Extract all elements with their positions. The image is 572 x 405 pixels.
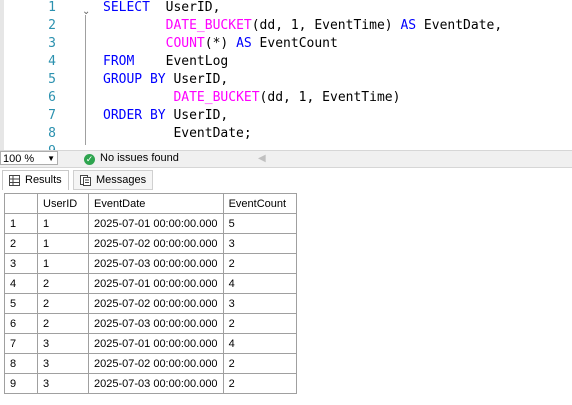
sql-text: (dd, 1, EventTime)	[259, 90, 401, 105]
table-row[interactable]: 5 2 2025-07-02 00:00:00.000 3	[4, 293, 297, 314]
table-row[interactable]: 1 1 2025-07-01 00:00:00.000 5	[4, 213, 297, 234]
results-tabs: Results Messages	[0, 170, 572, 190]
table-cell[interactable]: 3	[222, 233, 297, 254]
table-cell[interactable]: 4	[222, 273, 297, 294]
sql-keyword: ORDER BY	[103, 108, 166, 123]
table-cell[interactable]: 2025-07-03 00:00:00.000	[88, 253, 224, 274]
row-number-cell[interactable]: 1	[4, 213, 38, 234]
table-cell[interactable]: 2	[37, 273, 89, 294]
table-row[interactable]: 8 3 2025-07-02 00:00:00.000 2	[4, 353, 297, 374]
sql-text: UserID,	[149, 0, 221, 15]
table-cell[interactable]: 2	[222, 313, 297, 334]
sql-text: UserID,	[165, 108, 229, 123]
table-cell[interactable]: 3	[37, 353, 89, 374]
sql-keyword: AS	[236, 36, 252, 51]
sql-text: (*)	[204, 36, 237, 51]
table-cell[interactable]: 2025-07-02 00:00:00.000	[88, 353, 224, 374]
grid-corner-cell[interactable]	[4, 193, 38, 214]
row-number-cell[interactable]: 9	[4, 373, 38, 394]
zoom-dropdown[interactable]: 100 % ▼	[0, 151, 58, 165]
table-cell[interactable]: 2025-07-03 00:00:00.000	[88, 313, 224, 334]
table-cell[interactable]: 3	[37, 333, 89, 354]
results-grid[interactable]: UserID EventDate EventCount 1 1 2025-07-01…	[4, 193, 297, 394]
tab-messages-label: Messages	[96, 174, 147, 186]
table-row[interactable]: 6 2 2025-07-03 00:00:00.000 2	[4, 313, 297, 334]
table-cell[interactable]: 2	[222, 253, 297, 274]
scroll-left-icon[interactable]: ◀	[258, 151, 266, 166]
table-row[interactable]: 2 1 2025-07-02 00:00:00.000 3	[4, 233, 297, 254]
row-number-cell[interactable]: 2	[4, 233, 38, 254]
table-cell[interactable]: 2	[37, 293, 89, 314]
editor-status-bar: 100 % ▼ ✓ No issues found ◀	[0, 150, 572, 168]
sql-function: COUNT	[165, 36, 205, 51]
grid-header-row: UserID EventDate EventCount	[4, 193, 297, 214]
sql-keyword: FROM	[103, 54, 135, 69]
check-circle-icon: ✓	[84, 154, 95, 165]
table-cell[interactable]: 5	[222, 213, 297, 234]
table-cell[interactable]: 2025-07-01 00:00:00.000	[88, 333, 224, 354]
sql-function: DATE_BUCKET	[165, 18, 252, 33]
row-number-cell[interactable]: 5	[4, 293, 38, 314]
issues-indicator[interactable]: ✓ No issues found	[84, 151, 179, 166]
query-editor[interactable]: 1 ⌄ SELECT UserID, 2 DATE_BUCKET(dd, 1, Eve…	[0, 0, 572, 150]
row-number-cell[interactable]: 7	[4, 333, 38, 354]
row-number-cell[interactable]: 6	[4, 313, 38, 334]
table-cell[interactable]: 2	[222, 353, 297, 374]
sql-text: EventLog	[134, 54, 229, 69]
table-cell[interactable]: 3	[37, 373, 89, 394]
row-number-cell[interactable]: 8	[4, 353, 38, 374]
code-line[interactable]: 9	[0, 141, 572, 150]
grid-body: 1 1 2025-07-01 00:00:00.000 5 2 1 2025-07-02 0…	[4, 213, 297, 394]
sql-text: (dd, 1, EventTime)	[251, 18, 401, 33]
sql-text: EventDate,	[416, 18, 503, 33]
table-cell[interactable]: 2025-07-03 00:00:00.000	[88, 373, 224, 394]
table-cell[interactable]: 2	[222, 373, 297, 394]
sql-keyword: GROUP BY	[103, 72, 166, 87]
sql-function: DATE_BUCKET	[173, 90, 260, 105]
sql-keyword: SELECT	[103, 0, 150, 15]
table-cell[interactable]: 1	[37, 233, 89, 254]
table-cell[interactable]: 1	[37, 213, 89, 234]
table-cell[interactable]: 2025-07-01 00:00:00.000	[88, 213, 224, 234]
column-header-userid[interactable]: UserID	[37, 193, 89, 214]
line-number: 9	[0, 141, 56, 150]
table-row[interactable]: 3 1 2025-07-03 00:00:00.000 2	[4, 253, 297, 274]
zoom-value: 100 %	[3, 153, 35, 165]
sql-text: EventDate;	[103, 126, 252, 141]
table-cell[interactable]: 3	[222, 293, 297, 314]
table-cell[interactable]: 4	[222, 333, 297, 354]
sql-keyword: AS	[400, 18, 417, 33]
issues-text: No issues found	[100, 152, 179, 164]
table-cell[interactable]: 1	[37, 253, 89, 274]
table-cell[interactable]: 2025-07-02 00:00:00.000	[88, 233, 224, 254]
grid-icon	[9, 175, 20, 186]
row-number-cell[interactable]: 3	[4, 253, 38, 274]
chevron-down-icon: ▼	[47, 154, 55, 163]
column-header-eventdate[interactable]: EventDate	[88, 193, 224, 214]
tab-messages[interactable]: Messages	[73, 170, 153, 190]
tab-results-label: Results	[25, 174, 62, 186]
sql-text: UserID,	[165, 72, 229, 87]
messages-icon	[80, 175, 91, 186]
table-cell[interactable]: 2	[37, 313, 89, 334]
table-row[interactable]: 9 3 2025-07-03 00:00:00.000 2	[4, 373, 297, 394]
column-header-eventcount[interactable]: EventCount	[222, 193, 297, 214]
table-cell[interactable]: 2025-07-01 00:00:00.000	[88, 273, 224, 294]
sql-text: EventCount	[251, 36, 338, 51]
table-row[interactable]: 7 3 2025-07-01 00:00:00.000 4	[4, 333, 297, 354]
row-number-cell[interactable]: 4	[4, 273, 38, 294]
table-cell[interactable]: 2025-07-02 00:00:00.000	[88, 293, 224, 314]
table-row[interactable]: 4 2 2025-07-01 00:00:00.000 4	[4, 273, 297, 294]
tab-results[interactable]: Results	[2, 170, 69, 190]
